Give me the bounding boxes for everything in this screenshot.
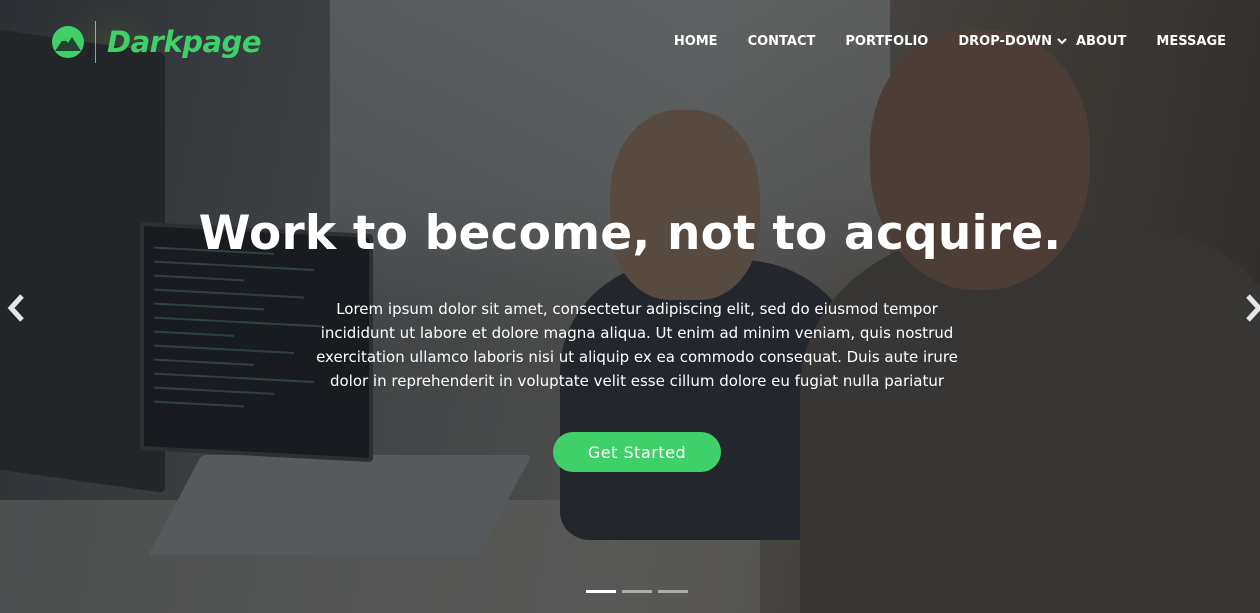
nav-item-label: PORTFOLIO <box>845 33 929 49</box>
chevron-left-icon <box>7 294 24 322</box>
nav-item-label: MESSAGE <box>1156 33 1226 49</box>
hero-description: Lorem ipsum dolor sit amet, consectetur … <box>316 300 958 390</box>
nav-item-message[interactable]: MESSAGE <box>1156 30 1226 52</box>
nav-item-label: HOME <box>673 33 718 49</box>
chevron-down-icon <box>1057 38 1067 45</box>
hero-headline: Work to become, not to acquire. <box>198 206 1062 261</box>
brand-name: Darkpage <box>107 25 262 59</box>
get-started-button[interactable]: Get Started <box>553 432 721 472</box>
carousel-indicators <box>586 590 694 593</box>
main-nav: HOME CONTACT PORTFOLIO DROP-DOWN ABOUT M… <box>674 30 1226 52</box>
nav-item-home[interactable]: HOME <box>674 30 718 52</box>
chevron-right-icon <box>1246 294 1260 322</box>
nav-item-drop-down[interactable]: DROP-DOWN <box>958 30 1068 52</box>
carousel-indicator[interactable] <box>586 590 616 593</box>
brand-logo[interactable]: Darkpage <box>52 20 262 64</box>
carousel-indicator[interactable] <box>622 590 652 593</box>
logo-divider <box>95 21 96 63</box>
carousel-prev-button[interactable] <box>4 290 28 326</box>
nav-item-label: DROP-DOWN <box>958 33 1052 49</box>
nav-item-label: CONTACT <box>747 33 816 49</box>
nav-item-portfolio[interactable]: PORTFOLIO <box>845 30 928 52</box>
carousel-next-button[interactable] <box>1242 290 1260 326</box>
carousel-indicator[interactable] <box>658 590 688 593</box>
site-header: Darkpage HOME CONTACT PORTFOLIO DROP-DOW… <box>0 0 1260 84</box>
hero-carousel: Darkpage HOME CONTACT PORTFOLIO DROP-DOW… <box>0 0 1260 613</box>
mountain-logo-icon <box>52 26 84 58</box>
nav-item-contact[interactable]: CONTACT <box>748 30 816 52</box>
nav-item-label: ABOUT <box>1075 33 1127 49</box>
nav-item-about[interactable]: ABOUT <box>1076 30 1126 52</box>
